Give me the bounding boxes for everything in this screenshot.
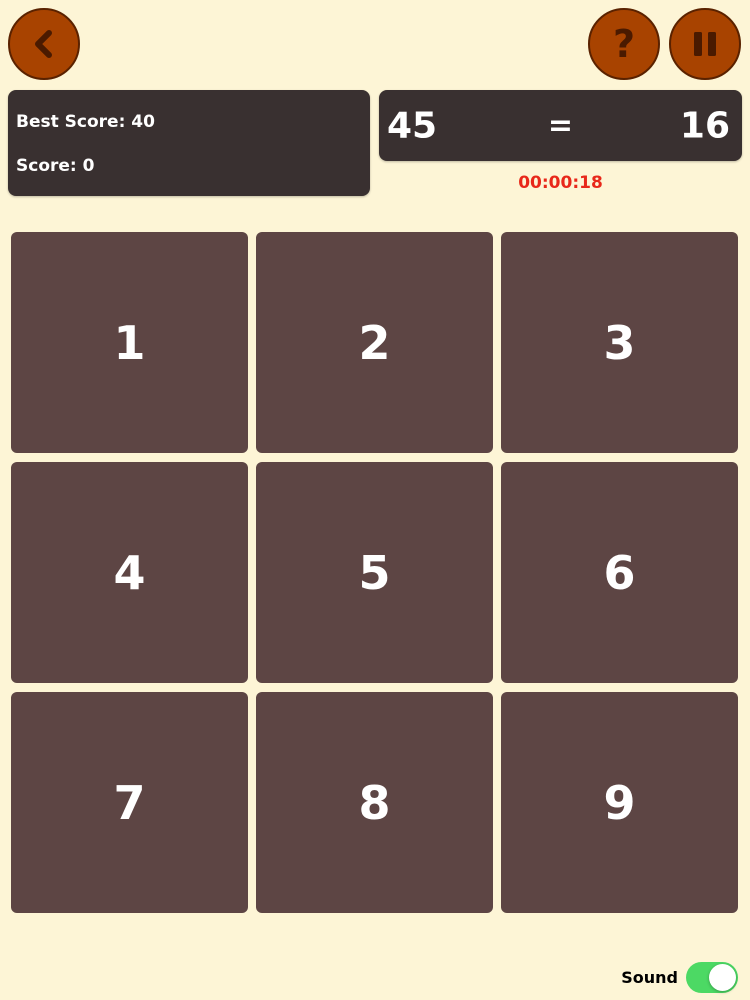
keypad-button-2[interactable]: 2 [256, 232, 493, 453]
current-score-label: Score: 0 [16, 156, 95, 176]
game-timer: 00:00:18 [518, 173, 603, 193]
equation-right-value: 16 [679, 105, 730, 146]
keypad-button-9[interactable]: 9 [501, 692, 738, 913]
equation-left-value: 45 [387, 105, 438, 146]
pause-button[interactable] [669, 8, 741, 80]
sound-setting: Sound [621, 961, 738, 993]
number-keypad: 1 2 3 4 5 6 7 8 9 [11, 232, 739, 915]
best-score-label: Best Score: 40 [16, 112, 155, 132]
toggle-knob [709, 963, 736, 991]
equation-panel: 45 = 16 [379, 90, 742, 161]
sound-toggle[interactable] [686, 961, 738, 993]
keypad-button-3[interactable]: 3 [501, 232, 738, 453]
back-button[interactable] [8, 8, 80, 80]
keypad-button-1[interactable]: 1 [11, 232, 248, 453]
keypad-button-6[interactable]: 6 [501, 462, 738, 683]
equation-operator: = [547, 108, 574, 143]
keypad-button-8[interactable]: 8 [256, 692, 493, 913]
keypad-button-4[interactable]: 4 [11, 462, 248, 683]
scoreboard-panel: Best Score: 40 Score: 0 [8, 90, 370, 196]
chevron-left-icon [28, 28, 60, 60]
question-mark-icon: ? [612, 22, 636, 66]
pause-icon [690, 28, 720, 60]
help-button[interactable]: ? [588, 8, 660, 80]
keypad-button-5[interactable]: 5 [256, 462, 493, 683]
keypad-button-7[interactable]: 7 [11, 692, 248, 913]
sound-label: Sound [621, 967, 678, 987]
